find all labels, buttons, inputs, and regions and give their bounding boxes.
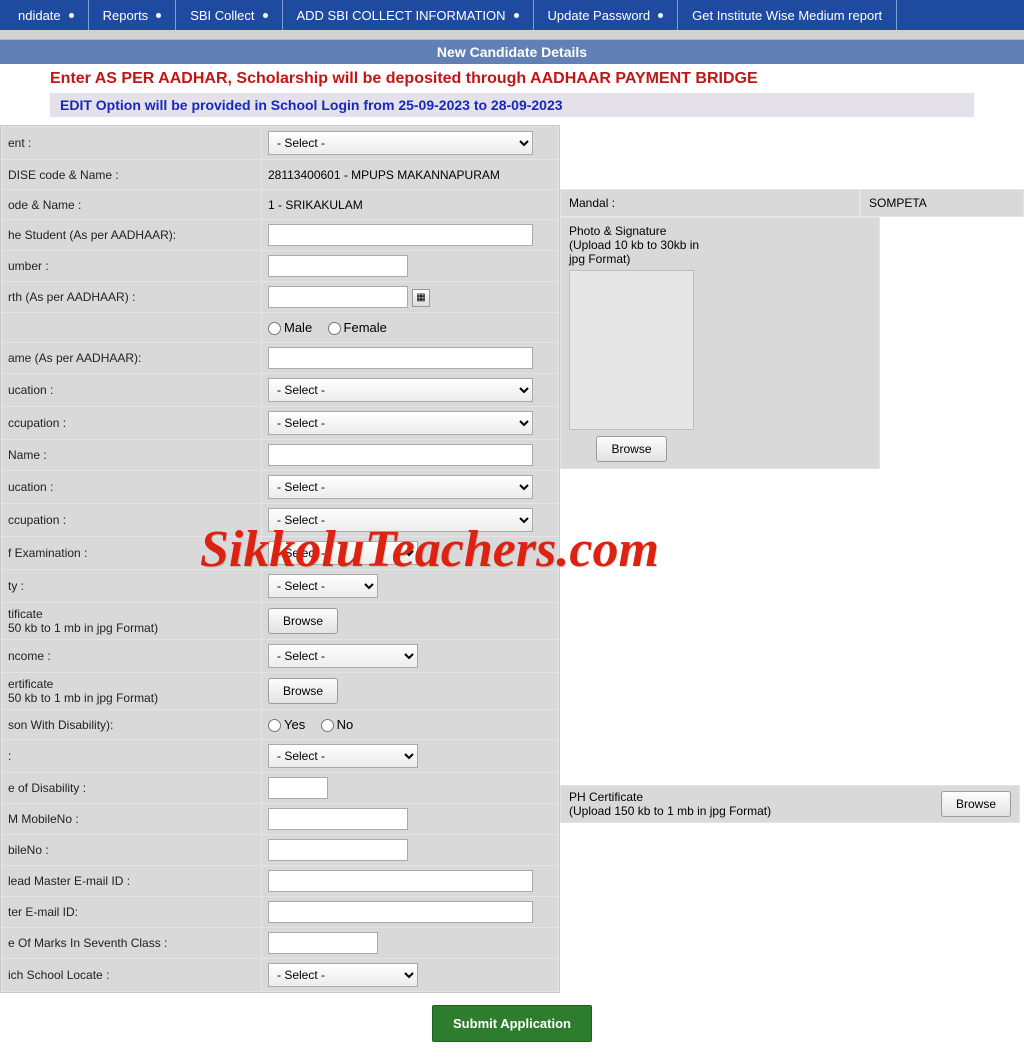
label-caste-cert: tificate50 kb to 1 mb in jpg Format) [2, 603, 262, 640]
top-nav: ndidate Reports SBI Collect ADD SBI COLL… [0, 0, 1024, 30]
label-ph-cert: PH Certificate(Upload 150 kb to 1 mb in … [569, 790, 771, 818]
chevron-down-icon [514, 13, 519, 18]
label-pwd: son With Disability): [2, 710, 262, 740]
chevron-down-icon [69, 13, 74, 18]
label-student-name: he Student (As per AADHAAR): [2, 220, 262, 251]
label-pwd-type: : [2, 740, 262, 773]
label-area: ich School Locate : [2, 959, 262, 992]
label-father-education: ucation : [2, 374, 262, 407]
input-marks[interactable] [268, 932, 378, 954]
photo-upload-block: Photo & Signature (Upload 10 kb to 30kb … [560, 217, 880, 469]
banner-aadhar: Enter AS PER AADHAR, Scholarship will be… [0, 64, 1024, 90]
radio-male-label[interactable]: Male [268, 320, 312, 335]
label-mother-occupation: ccupation : [2, 504, 262, 537]
label-mother-name: Name : [2, 440, 262, 471]
select-income[interactable]: - Select - [268, 644, 418, 668]
label-pwd-pct: e of Disability : [2, 773, 262, 804]
label-district: ode & Name : [2, 190, 262, 220]
label-marks: e Of Marks In Seventh Class : [2, 928, 262, 959]
nav-get-report[interactable]: Get Institute Wise Medium report [678, 0, 897, 30]
input-hm-email[interactable] [268, 870, 533, 892]
right-column: Mandal : SOMPETA Photo & Signature (Uplo… [560, 125, 1024, 823]
radio-pwd-yes-label[interactable]: Yes [268, 717, 305, 732]
radio-pwd-yes[interactable] [268, 719, 281, 732]
label-mother-education: ucation : [2, 471, 262, 504]
label-hm-email2: ter E-mail ID: [2, 897, 262, 928]
label-department: ent : [2, 127, 262, 160]
value-mandal: SOMPETA [860, 189, 1024, 217]
select-area[interactable]: - Select - [268, 963, 418, 987]
chevron-down-icon [263, 13, 268, 18]
browse-photo-button[interactable]: Browse [596, 436, 666, 462]
select-mother-education[interactable]: - Select - [268, 475, 533, 499]
label-community: ty : [2, 570, 262, 603]
chevron-down-icon [156, 13, 161, 18]
label-father-name: ame (As per AADHAAR): [2, 343, 262, 374]
select-community[interactable]: - Select - [268, 574, 378, 598]
page-title: New Candidate Details [0, 40, 1024, 64]
label-photo-hint1: (Upload 10 kb to 30kb in [569, 238, 871, 252]
calendar-icon[interactable]: ▦ [412, 289, 430, 307]
radio-pwd-no[interactable] [321, 719, 334, 732]
input-parent-mobile[interactable] [268, 839, 408, 861]
input-father-name[interactable] [268, 347, 533, 369]
select-father-occupation[interactable]: - Select - [268, 411, 533, 435]
input-dob[interactable] [268, 286, 408, 308]
label-hm-email: lead Master E-mail ID : [2, 866, 262, 897]
label-father-occupation: ccupation : [2, 407, 262, 440]
input-hm-email2[interactable] [268, 901, 533, 923]
label-income: ncome : [2, 640, 262, 673]
input-pwd-pct[interactable] [268, 777, 328, 799]
label-parent-mobile: bileNo : [2, 835, 262, 866]
select-department[interactable]: - Select - [268, 131, 533, 155]
nav-reports[interactable]: Reports [89, 0, 177, 30]
label-income-cert: ertificate50 kb to 1 mb in jpg Format) [2, 673, 262, 710]
banner-edit-window: EDIT Option will be provided in School L… [50, 93, 974, 117]
input-mother-name[interactable] [268, 444, 533, 466]
label-gender [2, 313, 262, 343]
select-pwd-type[interactable]: - Select - [268, 744, 418, 768]
label-udise: DISE code & Name : [2, 160, 262, 190]
radio-female[interactable] [328, 322, 341, 335]
nav-sbi-collect[interactable]: SBI Collect [176, 0, 282, 30]
radio-female-label[interactable]: Female [328, 320, 387, 335]
nav-add-sbi-info[interactable]: ADD SBI COLLECT INFORMATION [283, 0, 534, 30]
input-student-name[interactable] [268, 224, 533, 246]
label-aadhar: umber : [2, 251, 262, 282]
browse-ph-cert-button[interactable]: Browse [941, 791, 1011, 817]
select-father-education[interactable]: - Select - [268, 378, 533, 402]
radio-male[interactable] [268, 322, 281, 335]
photo-preview [569, 270, 694, 430]
nav-strip [0, 30, 1024, 40]
submit-button[interactable]: Submit Application [432, 1005, 592, 1042]
form-panel: ent : - Select - DISE code & Name : 2811… [0, 125, 560, 993]
value-udise: 28113400601 - MPUPS MAKANNAPURAM [262, 160, 559, 190]
input-hm-mobile[interactable] [268, 808, 408, 830]
browse-income-cert-button[interactable]: Browse [268, 678, 338, 704]
label-dob: rth (As per AADHAAR) : [2, 282, 262, 313]
label-hm-mobile: M MobileNo : [2, 804, 262, 835]
nav-candidate[interactable]: ndidate [4, 0, 89, 30]
browse-caste-cert-button[interactable]: Browse [268, 608, 338, 634]
select-mother-occupation[interactable]: - Select - [268, 508, 533, 532]
nav-update-password[interactable]: Update Password [534, 0, 679, 30]
value-district: 1 - SRIKAKULAM [262, 190, 559, 220]
select-medium[interactable]: - Select - [268, 541, 418, 565]
label-photo: Photo & Signature [569, 224, 871, 238]
label-medium: f Examination : [2, 537, 262, 570]
label-mandal: Mandal : [560, 189, 860, 217]
label-photo-hint2: jpg Format) [569, 252, 871, 266]
radio-pwd-no-label[interactable]: No [321, 717, 354, 732]
chevron-down-icon [658, 13, 663, 18]
input-aadhar[interactable] [268, 255, 408, 277]
